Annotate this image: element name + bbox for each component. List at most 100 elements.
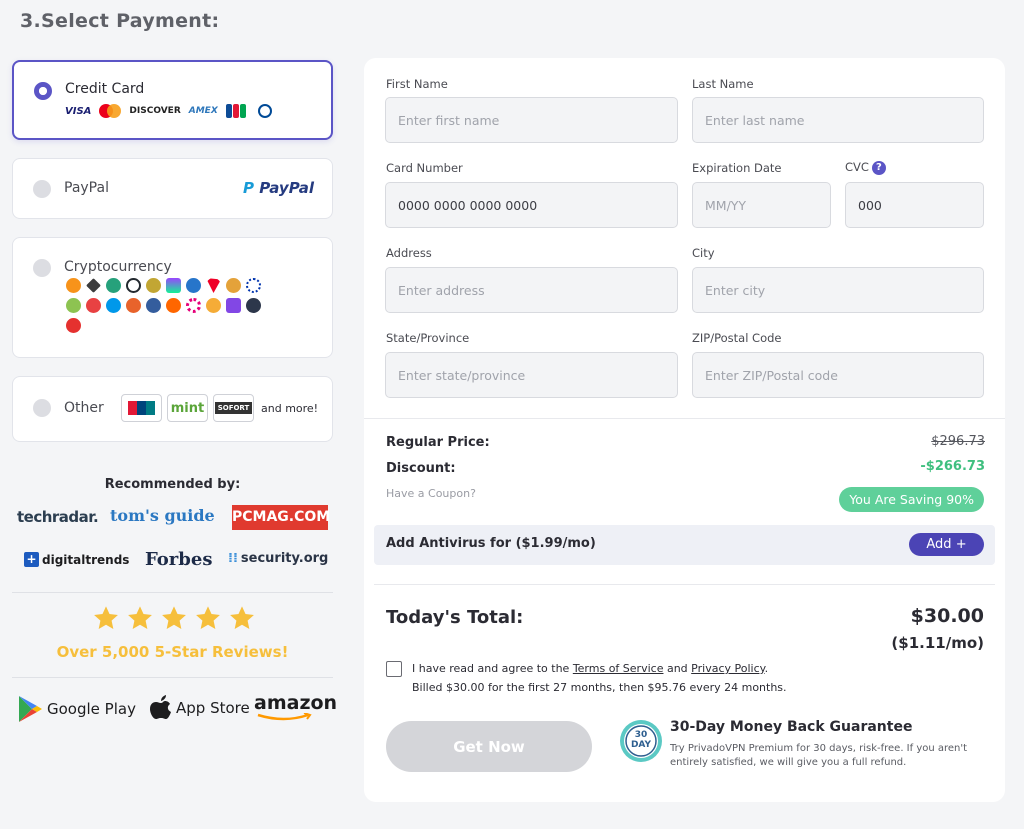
state-label: State/Province (386, 331, 470, 345)
total-label: Today's Total: (386, 607, 524, 628)
sofort-logo: SOFORT (213, 394, 254, 422)
dai-icon (206, 298, 221, 313)
polygon-icon (226, 298, 241, 313)
solana-icon (166, 278, 181, 293)
mint-logo: mint (167, 394, 208, 422)
toncoin-icon (106, 298, 121, 313)
dogecoin-icon (146, 278, 161, 293)
terms-link[interactable]: Terms of Service (573, 662, 664, 675)
google-play-label: Google Play (47, 700, 136, 718)
cvc-label: CVC? (845, 160, 886, 175)
add-antivirus-button[interactable]: Add + (909, 533, 984, 556)
star-icon (128, 606, 152, 629)
payment-option-other[interactable]: Other mint SOFORT and more! (12, 376, 333, 442)
credit-card-radio[interactable] (34, 82, 52, 100)
regular-price-label: Regular Price: (386, 435, 490, 450)
google-play-link[interactable]: Google Play (17, 695, 136, 723)
reviews-count: Over 5,000 5-Star Reviews! (56, 643, 289, 661)
bitcoin-cash-icon (66, 298, 81, 313)
get-now-button[interactable]: Get Now (386, 721, 592, 772)
address-input[interactable] (385, 267, 678, 313)
star-icon (196, 606, 220, 629)
cvc-input[interactable] (845, 182, 984, 228)
unionpay-logo (121, 394, 162, 422)
privacy-link[interactable]: Privacy Policy (691, 662, 764, 675)
crypto-coin-icons (66, 278, 276, 333)
toms-guide-logo: tom's guide (110, 506, 215, 525)
recommended-title: Recommended by: (104, 477, 241, 492)
amex-logo: AMEX (188, 106, 218, 116)
coupon-link[interactable]: Have a Coupon? (386, 487, 476, 500)
expiration-label: Expiration Date (692, 161, 782, 175)
pcmag-logo: PCMAG.COM (232, 505, 330, 530)
first-name-input[interactable] (385, 97, 678, 143)
xrp-icon (126, 278, 141, 293)
regular-price-value: $296.73 (931, 434, 985, 449)
discount-value: -$266.73 (920, 459, 985, 474)
total-divider (374, 584, 995, 585)
bnb-bep-icon (66, 318, 81, 333)
last-name-label: Last Name (692, 77, 754, 91)
mastercard-logo (99, 104, 122, 118)
paypal-logo: P PayPal (242, 179, 314, 197)
star-icon (162, 606, 186, 629)
credit-card-label: Credit Card (65, 81, 145, 97)
payment-option-crypto[interactable]: Cryptocurrency (12, 237, 333, 358)
billing-text: Billed $30.00 for the first 27 months, t… (412, 681, 787, 694)
badge-unit: DAY (630, 740, 652, 750)
card-number-input[interactable] (385, 182, 678, 228)
guarantee-text: Try PrivadoVPN Premium for 30 days, risk… (670, 743, 968, 768)
crypto-radio[interactable] (33, 259, 51, 277)
total-value: $30.00 (910, 605, 984, 627)
city-label: City (692, 246, 715, 260)
payment-option-credit-card[interactable]: Credit Card VISA DISCOVER AMEX (12, 60, 333, 140)
tether-icon (106, 278, 121, 293)
recommended-divider (12, 592, 333, 593)
paypal-radio[interactable] (33, 180, 51, 198)
city-input[interactable] (692, 267, 984, 313)
saving-badge: You Are Saving 90% (839, 487, 984, 512)
other-radio[interactable] (33, 399, 51, 417)
money-back-badge-icon: 30 DAY (618, 718, 664, 764)
amazon-link[interactable]: amazon (254, 693, 337, 721)
crypto-label: Cryptocurrency (64, 259, 172, 275)
shiba-icon (126, 298, 141, 313)
expiration-input[interactable] (692, 182, 831, 228)
payment-form-panel: First Name Last Name Card Number Expirat… (364, 58, 1005, 802)
discount-label: Discount: (386, 461, 456, 476)
visa-logo: VISA (65, 105, 92, 117)
jcb-logo (225, 104, 246, 118)
arbitrum-icon (246, 298, 261, 313)
amazon-smile-icon (257, 713, 312, 721)
first-name-label: First Name (386, 77, 448, 91)
security-org-logo: ⁞⁞ security.org (228, 551, 329, 566)
address-label: Address (386, 246, 432, 260)
monero-icon (166, 298, 181, 313)
star-icon (94, 606, 118, 629)
paypal-label: PayPal (64, 180, 109, 196)
polkadot-icon (186, 298, 201, 313)
star-icon (230, 606, 254, 629)
help-icon[interactable]: ? (871, 160, 886, 175)
zip-input[interactable] (692, 352, 984, 398)
other-label: Other (64, 400, 104, 416)
guarantee-title: 30-Day Money Back Guarantee (670, 719, 913, 735)
zip-label: ZIP/Postal Code (692, 331, 782, 345)
tron-icon (206, 278, 221, 293)
ethereum-icon (86, 278, 101, 293)
digitaltrends-logo: + digitaltrends (24, 552, 129, 567)
agree-checkbox[interactable] (386, 661, 402, 677)
avalanche-icon (86, 298, 101, 313)
antivirus-addon: Add Antivirus for ($1.99/mo) Add + (374, 525, 995, 565)
form-divider (364, 418, 1005, 419)
app-store-label: App Store (176, 699, 250, 717)
and-more-text: and more! (261, 401, 319, 415)
card-brands: VISA DISCOVER AMEX (65, 102, 276, 120)
app-store-link[interactable]: App Store (150, 695, 250, 721)
antivirus-label: Add Antivirus for ($1.99/mo) (386, 536, 596, 551)
discover-logo: DISCOVER (129, 106, 181, 116)
payment-option-paypal[interactable]: PayPal P PayPal (12, 158, 333, 219)
bitcoin-icon (66, 278, 81, 293)
last-name-input[interactable] (692, 97, 984, 143)
state-input[interactable] (385, 352, 678, 398)
